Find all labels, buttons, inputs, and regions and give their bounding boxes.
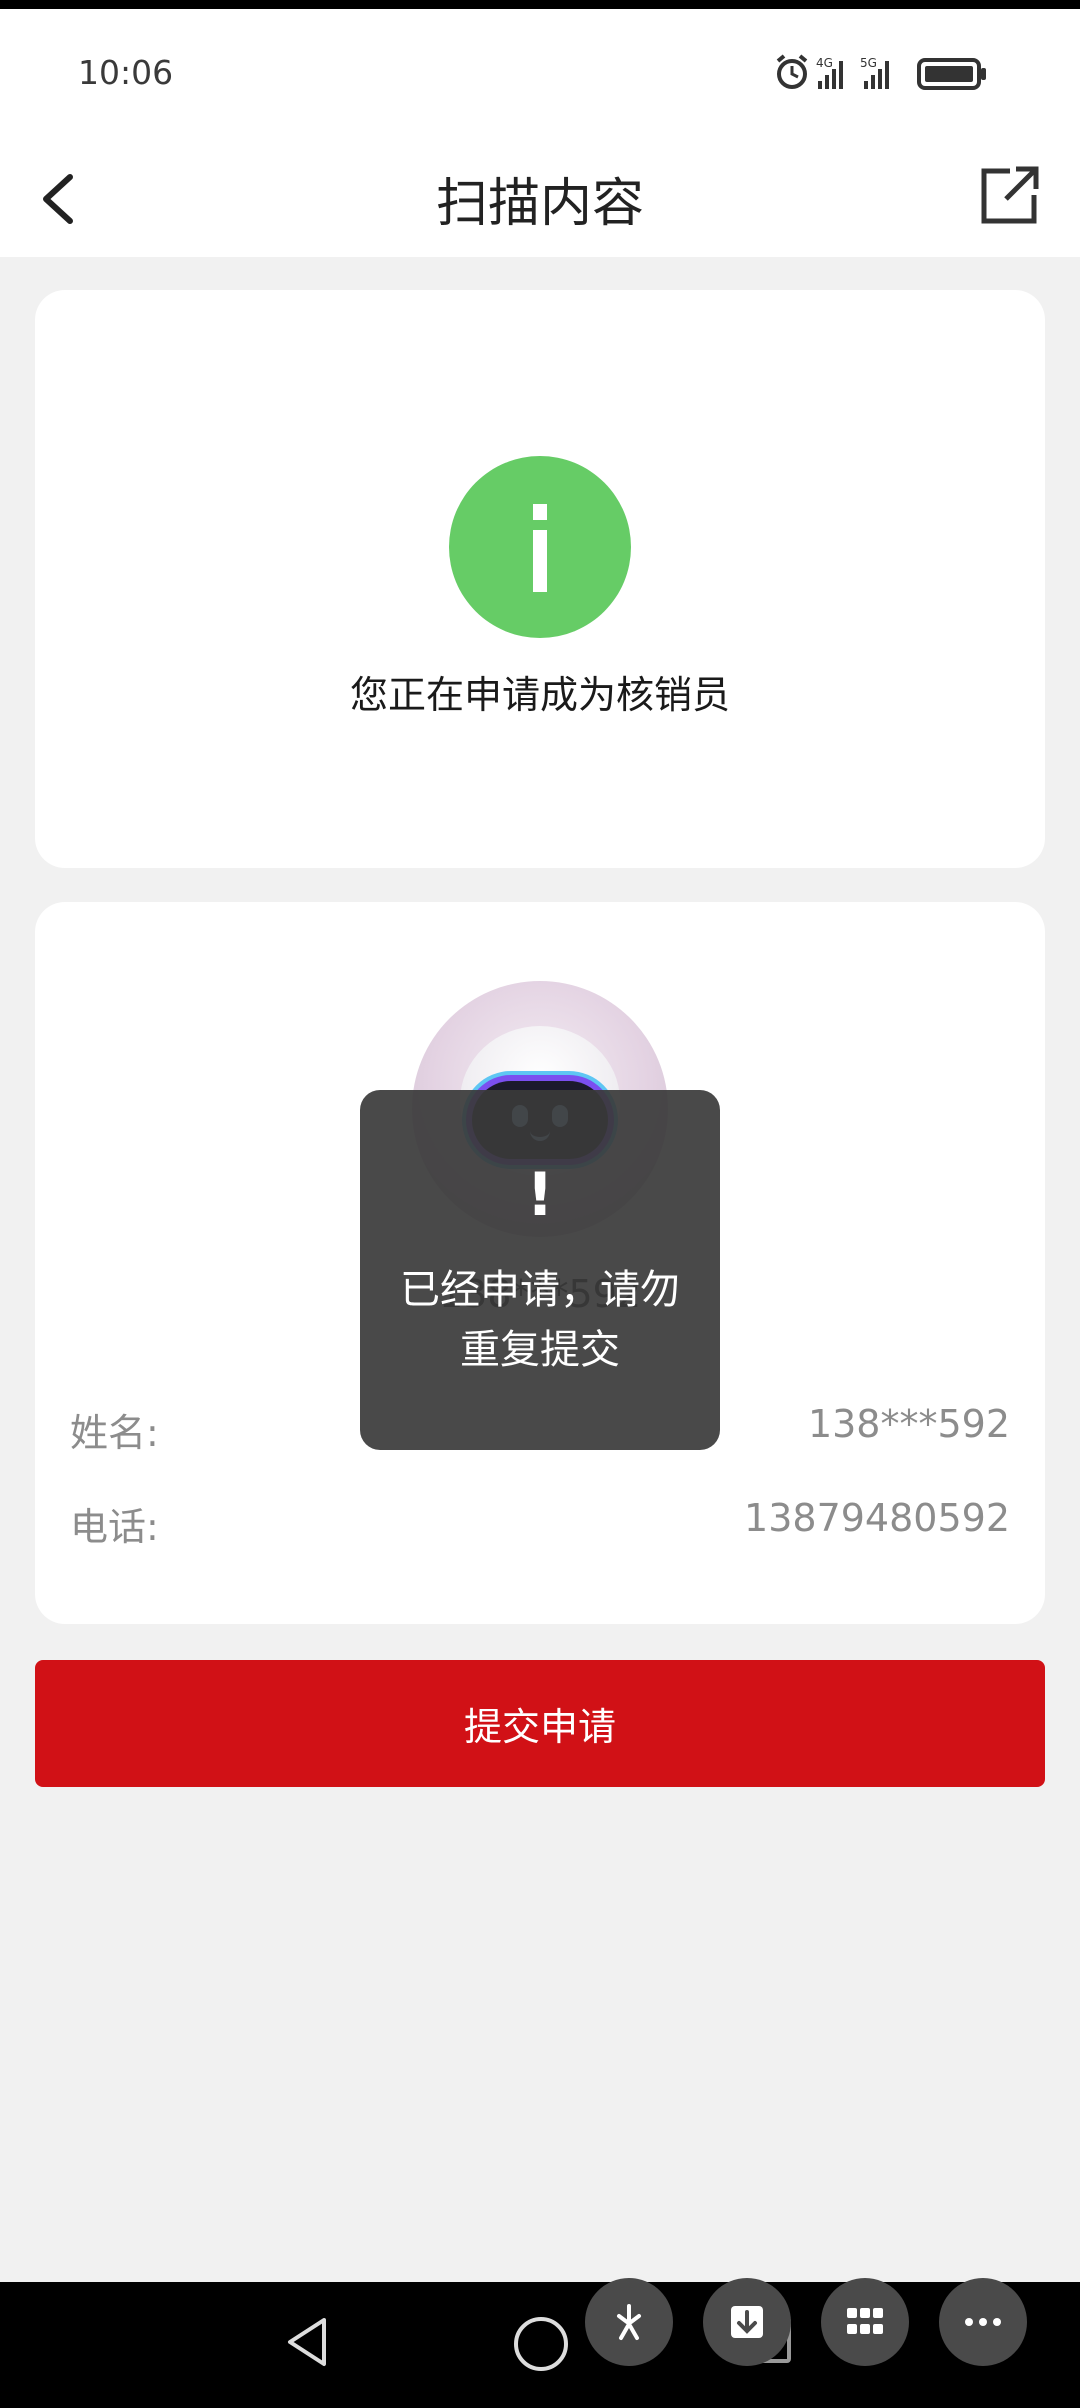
alarm-icon bbox=[776, 54, 808, 89]
top-edge bbox=[0, 0, 1080, 9]
phone-row: 电话: 13879480592 bbox=[70, 1496, 1010, 1556]
share-button[interactable] bbox=[970, 155, 1050, 235]
phone-value: 13879480592 bbox=[744, 1496, 1010, 1540]
system-navigation-bar bbox=[0, 2282, 1080, 2408]
more-dots-icon bbox=[965, 2318, 1001, 2326]
phone-label: 电话: bbox=[70, 1505, 159, 1549]
more-options-button[interactable] bbox=[939, 2278, 1027, 2366]
status-icons: 4G 5G bbox=[774, 53, 1004, 93]
download-icon bbox=[731, 2306, 763, 2338]
info-icon bbox=[449, 456, 631, 638]
exclamation-icon: ! bbox=[526, 1160, 554, 1230]
share-external-icon bbox=[981, 166, 1039, 224]
system-home-button[interactable] bbox=[514, 2317, 568, 2371]
sparkle-icon bbox=[617, 2304, 641, 2340]
battery-icon bbox=[917, 58, 986, 90]
triangle-back-icon bbox=[288, 2318, 326, 2366]
name-label: 姓名: bbox=[70, 1411, 159, 1455]
info-card: 您正在申请成为核销员 bbox=[35, 290, 1045, 868]
submit-application-button[interactable]: 提交申请 bbox=[35, 1660, 1045, 1787]
status-time: 10:06 bbox=[78, 53, 174, 92]
toast-text: 已经申请，请勿重复提交 bbox=[400, 1267, 680, 1373]
status-bar: 10:06 4G 5G bbox=[0, 9, 1080, 137]
apps-grid-button[interactable] bbox=[821, 2278, 909, 2366]
assistant-button[interactable] bbox=[585, 2278, 673, 2366]
signal-5g-icon: 5G bbox=[860, 56, 889, 89]
navigation-bar: 扫描内容 bbox=[0, 137, 1080, 257]
grid-icon bbox=[847, 2308, 883, 2334]
info-message: 您正在申请成为核销员 bbox=[349, 673, 730, 717]
page-title: 扫描内容 bbox=[435, 174, 644, 234]
toast-message: ! 已经申请，请勿重复提交 bbox=[360, 1090, 720, 1450]
svg-text:5G: 5G bbox=[860, 56, 877, 70]
system-back-button[interactable] bbox=[280, 2312, 340, 2372]
svg-text:4G: 4G bbox=[816, 56, 833, 70]
download-button[interactable] bbox=[703, 2278, 791, 2366]
name-value: 138***592 bbox=[807, 1402, 1010, 1446]
signal-4g-icon: 4G bbox=[816, 56, 843, 89]
